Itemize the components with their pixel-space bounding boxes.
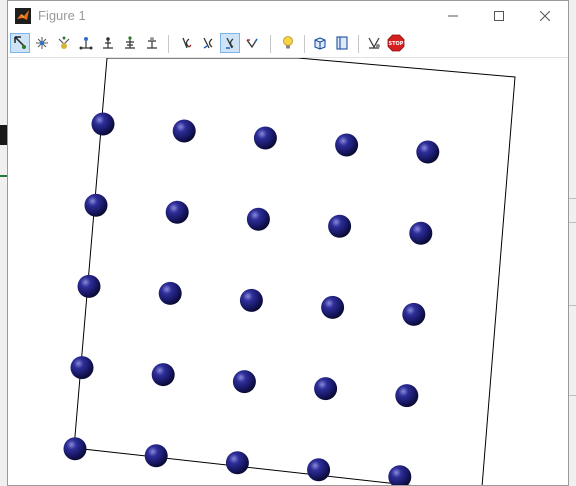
- atom-sphere[interactable]: [328, 214, 352, 238]
- maximize-button[interactable]: [476, 1, 522, 31]
- rotate-x-icon: [182, 37, 192, 49]
- close-icon: [540, 11, 550, 21]
- close-button[interactable]: [522, 1, 568, 31]
- atom-sphere[interactable]: [84, 193, 108, 217]
- atom-sphere[interactable]: [63, 437, 87, 461]
- book-icon: [336, 36, 348, 50]
- minimize-button[interactable]: [430, 1, 476, 31]
- atom-settings-button[interactable]: [364, 33, 384, 53]
- atom-sphere[interactable]: [225, 451, 249, 475]
- background-divider: [568, 198, 576, 199]
- atom-sphere[interactable]: [307, 458, 331, 482]
- rotate-z-icon: [226, 37, 234, 49]
- cube-3d-icon: [314, 37, 326, 50]
- atom-sphere[interactable]: [232, 370, 256, 394]
- atom-sphere[interactable]: [77, 274, 101, 298]
- background-divider: [568, 305, 576, 306]
- label-dihedral-icon: [125, 36, 135, 49]
- atom-sphere[interactable]: [402, 302, 426, 326]
- unit-cell-frame: [73, 57, 516, 485]
- select-point-button[interactable]: [32, 33, 52, 53]
- stop-icon: STOP: [387, 34, 405, 52]
- atom-sphere[interactable]: [246, 207, 270, 231]
- background-divider: [568, 222, 576, 223]
- stop-label: STOP: [389, 41, 404, 47]
- book-button[interactable]: [332, 33, 352, 53]
- background-divider: [568, 395, 576, 396]
- rotate-y-button[interactable]: [198, 33, 218, 53]
- atom-sphere[interactable]: [151, 363, 175, 387]
- label-distance-icon: [79, 37, 93, 50]
- light-bulb-icon: [283, 36, 293, 49]
- minimize-icon: [448, 15, 458, 17]
- atom-sphere[interactable]: [321, 295, 345, 319]
- atom-sphere[interactable]: [253, 126, 277, 150]
- cube-3d-button[interactable]: [310, 33, 330, 53]
- label-dihedral-button[interactable]: [120, 33, 140, 53]
- atom-settings-icon: [368, 37, 380, 49]
- rotate-free-icon: [246, 38, 258, 49]
- atom-sphere[interactable]: [314, 377, 338, 401]
- title-bar[interactable]: Figure 1: [8, 1, 568, 31]
- toolbar-separator: [270, 35, 271, 53]
- toolbar-separator: [358, 35, 359, 53]
- plot-canvas[interactable]: [8, 57, 568, 486]
- matlab-logo-icon: [15, 8, 31, 24]
- background-app-right: [568, 0, 576, 486]
- label-plane-button[interactable]: [142, 33, 162, 53]
- toolbar: STOP: [8, 31, 568, 58]
- atom-sphere[interactable]: [158, 281, 182, 305]
- stop-button[interactable]: STOP: [386, 33, 406, 53]
- atom-sphere[interactable]: [335, 133, 359, 157]
- atom-sphere[interactable]: [165, 200, 189, 224]
- atom-sphere[interactable]: [91, 112, 115, 136]
- maximize-icon: [494, 11, 504, 21]
- toolbar-separator: [304, 35, 305, 53]
- atom-sphere[interactable]: [388, 465, 412, 486]
- toolbar-separator: [168, 35, 169, 53]
- atom-sphere[interactable]: [395, 384, 419, 408]
- select-arrow-button[interactable]: [10, 33, 30, 53]
- rotate-y-icon: [203, 37, 213, 49]
- window-title: Figure 1: [38, 8, 86, 23]
- atom-sphere[interactable]: [172, 119, 196, 143]
- rotate-x-button[interactable]: [176, 33, 196, 53]
- atom-sphere[interactable]: [416, 140, 440, 164]
- label-distance-button[interactable]: [76, 33, 96, 53]
- select-atom-button[interactable]: [54, 33, 74, 53]
- rotate-free-button[interactable]: [242, 33, 262, 53]
- label-angle-button[interactable]: [98, 33, 118, 53]
- select-point-icon: [36, 37, 48, 49]
- label-plane-icon: [147, 37, 157, 49]
- atoms-group: [63, 112, 440, 486]
- select-arrow-icon: [14, 36, 26, 49]
- atom-sphere[interactable]: [239, 288, 263, 312]
- atom-sphere[interactable]: [409, 221, 433, 245]
- atom-sphere[interactable]: [70, 356, 94, 380]
- atom-sphere[interactable]: [144, 444, 168, 468]
- figure-window: Figure 1 STOP: [7, 0, 569, 486]
- select-atom-icon: [58, 36, 70, 49]
- label-angle-icon: [103, 37, 113, 49]
- lattice-scene[interactable]: [8, 57, 568, 486]
- rotate-z-button[interactable]: [220, 33, 240, 53]
- light-bulb-button[interactable]: [278, 33, 298, 53]
